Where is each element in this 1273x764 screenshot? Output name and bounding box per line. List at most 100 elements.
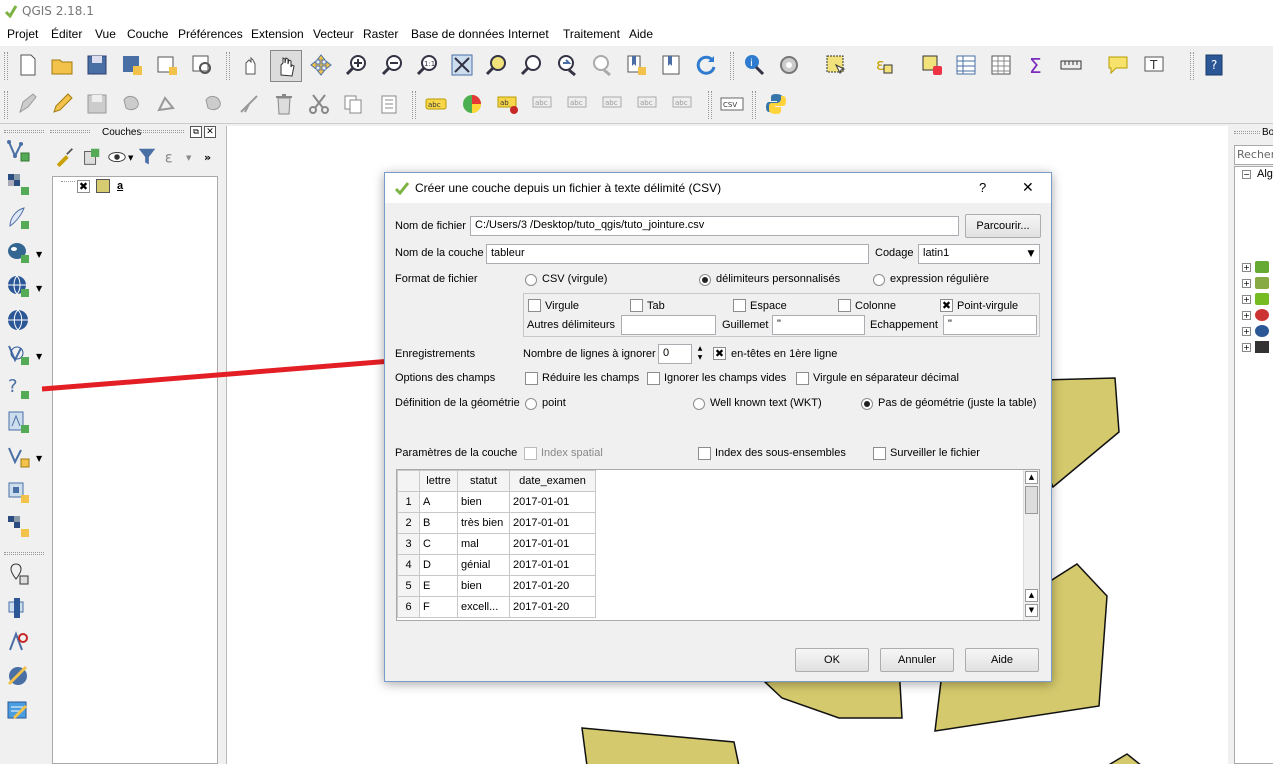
dialog-close-button[interactable]: ✕ — [1022, 179, 1034, 196]
header-label[interactable]: en-têtes en 1ère ligne — [731, 348, 837, 360]
table-cell: 2017-01-20 — [509, 596, 596, 618]
format-custom-radio[interactable] — [699, 274, 711, 286]
delim-tab-label[interactable]: Tab — [647, 300, 665, 312]
geom-point-label[interactable]: point — [542, 397, 566, 409]
collapse-icon[interactable]: − — [1242, 170, 1251, 179]
decimal-comma-checkbox[interactable] — [796, 372, 809, 385]
escape-input[interactable]: " — [943, 315, 1037, 335]
expand-icon[interactable]: + — [1242, 295, 1251, 304]
delim-tab-checkbox[interactable] — [630, 299, 643, 312]
toolbox-tree: − Alg + + + + + + — [1234, 166, 1273, 764]
table-cell: C — [419, 533, 458, 555]
skip-lines-input[interactable]: 0 — [658, 344, 692, 364]
expand-icon[interactable]: + — [1242, 263, 1251, 272]
column-header[interactable]: date_examen — [509, 470, 596, 492]
skip-empty-label[interactable]: Ignorer les champs vides — [664, 372, 786, 384]
file-format-label: Format de fichier — [395, 273, 478, 285]
delim-comma-checkbox[interactable] — [528, 299, 541, 312]
quote-label: Guillemet — [722, 319, 769, 331]
scroll-down-icon[interactable]: ▼ — [1025, 604, 1038, 617]
header-checkbox[interactable]: ✖ — [713, 347, 726, 360]
row-number[interactable]: 5 — [397, 575, 420, 597]
vertical-scrollbar[interactable]: ▲ ▲ ▼ — [1023, 470, 1039, 620]
geom-point-radio[interactable] — [525, 398, 537, 410]
spatial-index-checkbox[interactable] — [524, 447, 537, 460]
geom-wkt-radio[interactable] — [693, 398, 705, 410]
delim-semicolon-checkbox[interactable]: ✖ — [940, 299, 953, 312]
gdal-provider-icon — [1255, 277, 1269, 289]
geom-none-radio[interactable] — [861, 398, 873, 410]
toolbox-tree-item[interactable]: Alg — [1257, 168, 1273, 180]
table-row: 5 Ebien 2017-01-20 — [397, 575, 596, 597]
delim-colon-checkbox[interactable] — [838, 299, 851, 312]
geom-none-label[interactable]: Pas de géométrie (juste la table) — [878, 397, 1036, 409]
trim-fields-checkbox[interactable] — [525, 372, 538, 385]
scrollbar-thumb[interactable] — [1025, 486, 1038, 514]
corner-cell[interactable] — [397, 470, 420, 492]
delim-semicolon-label[interactable]: Point-virgule — [957, 300, 1018, 312]
table-cell: B — [419, 512, 458, 534]
other-delimiters-input[interactable] — [621, 315, 716, 335]
geometry-label: Définition de la géométrie — [395, 397, 520, 409]
preview-table[interactable]: lettre statut date_examen 1 Abien 2017-01-… — [396, 469, 1040, 621]
expand-icon[interactable]: + — [1242, 279, 1251, 288]
row-number[interactable]: 4 — [397, 554, 420, 576]
delim-comma-label[interactable]: Virgule — [545, 300, 579, 312]
format-csv-label[interactable]: CSV (virgule) — [542, 273, 607, 285]
expand-icon[interactable]: + — [1242, 327, 1251, 336]
delim-space-checkbox[interactable] — [733, 299, 746, 312]
quote-input[interactable]: " — [772, 315, 865, 335]
records-label: Enregistrements — [395, 348, 476, 360]
table-cell: mal — [457, 533, 510, 555]
table-cell: bien — [457, 575, 510, 597]
layer-params-label: Paramètres de la couche — [395, 447, 518, 459]
row-number[interactable]: 3 — [397, 533, 420, 555]
watch-file-checkbox[interactable] — [873, 447, 886, 460]
format-regex-radio[interactable] — [873, 274, 885, 286]
column-header[interactable]: statut — [457, 470, 510, 492]
skip-lines-stepper[interactable]: ▲ ▼ — [693, 344, 707, 364]
delim-space-label[interactable]: Espace — [750, 300, 787, 312]
file-name-input[interactable]: C:/Users/3 /Desktop/tuto_qgis/tuto_joint… — [470, 216, 959, 236]
geom-wkt-label[interactable]: Well known text (WKT) — [710, 397, 822, 409]
table-row: 6 Fexcell... 2017-01-20 — [397, 596, 596, 618]
table-row: 4 Dgénial 2017-01-01 — [397, 554, 596, 576]
help-button[interactable]: Aide — [965, 648, 1039, 672]
table-row: 1 Abien 2017-01-01 — [397, 491, 596, 513]
column-header[interactable]: lettre — [419, 470, 458, 492]
trim-fields-label[interactable]: Réduire les champs — [542, 372, 639, 384]
watch-file-label[interactable]: Surveiller le fichier — [890, 447, 980, 459]
chevron-down-icon[interactable]: ▼ — [1023, 245, 1039, 263]
encoding-select[interactable]: latin1 — [918, 244, 1040, 264]
table-row: 3 Cmal 2017-01-01 — [397, 533, 596, 555]
toolbox-search-input[interactable]: Recher — [1234, 145, 1273, 165]
cancel-button[interactable]: Annuler — [880, 648, 954, 672]
ok-button[interactable]: OK — [795, 648, 869, 672]
scroll-up-icon[interactable]: ▲ — [1025, 589, 1038, 602]
format-custom-label[interactable]: délimiteurs personnalisés — [716, 273, 840, 285]
toolbox-panel-title: Bo — [1262, 127, 1273, 138]
expand-icon[interactable]: + — [1242, 343, 1251, 352]
skip-empty-checkbox[interactable] — [647, 372, 660, 385]
subset-index-label[interactable]: Index des sous-ensembles — [715, 447, 846, 459]
row-number[interactable]: 2 — [397, 512, 420, 534]
table-cell: A — [419, 491, 458, 513]
subset-index-checkbox[interactable] — [698, 447, 711, 460]
format-regex-label[interactable]: expression régulière — [890, 273, 989, 285]
row-number[interactable]: 6 — [397, 596, 420, 618]
decimal-comma-label[interactable]: Virgule en séparateur décimal — [813, 372, 959, 384]
browse-button[interactable]: Parcourir... — [965, 214, 1041, 238]
layer-name-input[interactable]: tableur — [486, 244, 869, 264]
dialog-help-button[interactable]: ? — [979, 180, 986, 195]
table-cell: 2017-01-01 — [509, 554, 596, 576]
format-csv-radio[interactable] — [525, 274, 537, 286]
panel-grip[interactable] — [1234, 131, 1260, 134]
qgis-logo-icon — [395, 182, 409, 195]
delim-colon-label[interactable]: Colonne — [855, 300, 896, 312]
dialog-titlebar: Créer une couche depuis un fichier à tex… — [385, 173, 1051, 203]
scroll-up-icon[interactable]: ▲ — [1025, 471, 1038, 484]
spatial-index-label[interactable]: Index spatial — [541, 447, 603, 459]
expand-icon[interactable]: + — [1242, 311, 1251, 320]
row-number[interactable]: 1 — [397, 491, 420, 513]
table-cell: génial — [457, 554, 510, 576]
